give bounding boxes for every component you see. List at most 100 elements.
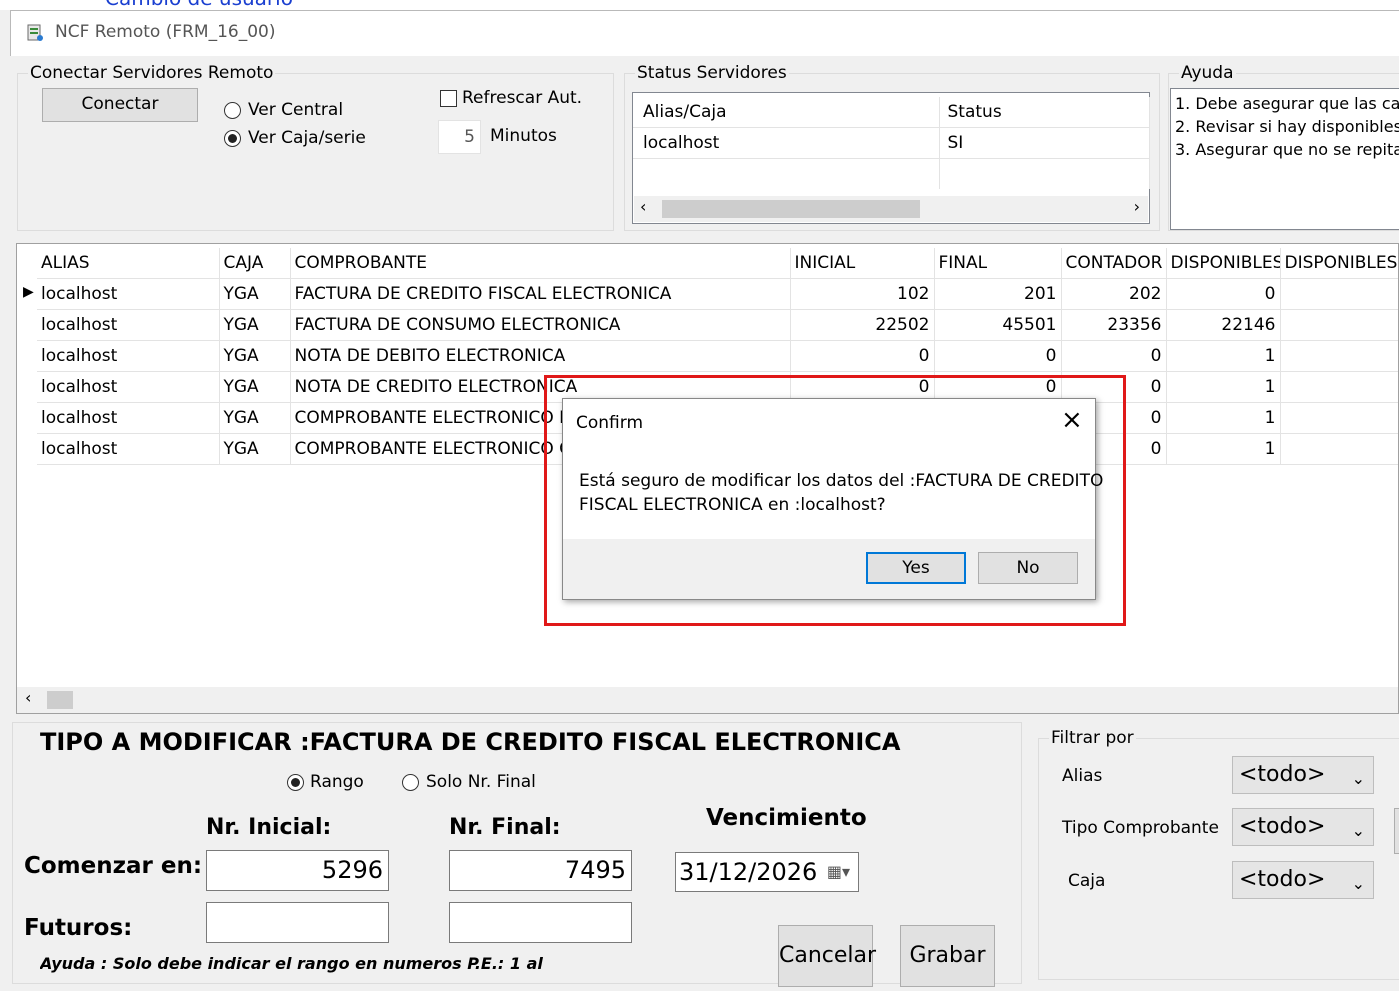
- table-row[interactable]: localhost YGA FACTURA DE CREDITO FISCAL …: [37, 278, 1398, 310]
- cell-comprobante: NOTA DE DEBITO ELECTRONICA: [290, 340, 791, 372]
- scroll-thumb[interactable]: [662, 200, 920, 218]
- futuros-final-input[interactable]: [449, 902, 632, 943]
- cell-caja: YGA: [219, 402, 291, 434]
- grid-scroll-left-icon[interactable]: ‹: [25, 688, 31, 707]
- nr-final-input[interactable]: 7495: [449, 850, 632, 891]
- cell-disponibles-c: [1280, 309, 1398, 341]
- cell-disponibles: 1: [1166, 340, 1281, 372]
- cell-disponibles-c: [1280, 278, 1398, 310]
- filtro-alias-select[interactable]: <todo> ⌄: [1232, 756, 1374, 794]
- radio-ver-central-label: Ver Central: [248, 100, 344, 120]
- connect-button[interactable]: Conectar: [42, 88, 198, 122]
- cell-final: 0: [934, 340, 1062, 372]
- col-disponibles-c[interactable]: DISPONIBLES C: [1280, 248, 1398, 279]
- scroll-right-icon[interactable]: ›: [1134, 197, 1140, 216]
- status-legend: Status Servidores: [637, 63, 787, 83]
- cell-disponibles-c: [1280, 433, 1398, 465]
- chevron-down-icon: ⌄: [1351, 874, 1365, 893]
- window-title: NCF Remoto (FRM_16_00): [55, 22, 276, 42]
- modify-title: TIPO A MODIFICAR :FACTURA DE CREDITO FIS…: [40, 728, 901, 756]
- cell-disponibles-c: [1280, 402, 1398, 434]
- nr-inicial-input[interactable]: 5296: [206, 850, 389, 891]
- calendar-dropdown-icon[interactable]: ▦▾: [827, 853, 850, 891]
- vencimiento-date-picker[interactable]: 31/12/2026 ▦▾: [675, 852, 859, 892]
- change-user-link[interactable]: Cambio de usuario: [105, 0, 293, 10]
- col-contador[interactable]: CONTADOR: [1061, 248, 1167, 279]
- filtro-tipo-value: <todo>: [1239, 814, 1326, 839]
- chevron-down-icon: ⌄: [1351, 769, 1365, 788]
- grid-header-row: ALIAS CAJA COMPROBANTE INICIAL FINAL CON…: [37, 248, 1398, 279]
- status-col-alias: Alias/Caja: [633, 97, 940, 128]
- ayuda-line-1: 1. Debe asegurar que las caja: [1175, 94, 1399, 113]
- futuros-inicial-input[interactable]: [206, 902, 389, 943]
- cell-final: 45501: [934, 309, 1062, 341]
- cell-disponibles: 1: [1166, 371, 1281, 403]
- grid-hscrollbar[interactable]: ‹: [17, 687, 1398, 713]
- radio-rango[interactable]: [287, 774, 304, 791]
- highlight-box: [544, 375, 1126, 626]
- radio-solo-final[interactable]: [402, 774, 419, 791]
- ayuda-line-3: 3. Asegurar que no se repitar: [1175, 140, 1399, 159]
- conectar-legend: Conectar Servidores Remoto: [30, 63, 274, 83]
- ayuda-text: 1. Debe asegurar que las caja 2. Revisar…: [1170, 88, 1399, 230]
- filtro-caja-select[interactable]: <todo> ⌄: [1232, 861, 1374, 899]
- cancel-button[interactable]: Cancelar: [778, 925, 876, 987]
- cell-alias: localhost: [37, 278, 220, 310]
- top-menu-strip: Cambio de usuario: [0, 0, 1399, 10]
- cell-alias: localhost: [37, 433, 220, 465]
- nr-final-label: Nr. Final:: [449, 815, 561, 840]
- col-final[interactable]: FINAL: [934, 248, 1062, 279]
- nr-inicial-label: Nr. Inicial:: [206, 815, 332, 840]
- cell-alias: localhost: [37, 402, 220, 434]
- cell-disponibles: 22146: [1166, 309, 1281, 341]
- cell-disponibles-c: [1280, 340, 1398, 372]
- filtro-apply-button[interactable]: [1394, 808, 1399, 854]
- grid-scroll-thumb[interactable]: [47, 691, 73, 709]
- table-row[interactable]: localhost SI: [633, 127, 1150, 159]
- filtro-tipo-label: Tipo Comprobante: [1062, 818, 1219, 838]
- cell-disponibles-c: [1280, 371, 1398, 403]
- status-cell-status: SI: [939, 127, 1150, 159]
- comenzar-label: Comenzar en:: [24, 853, 203, 879]
- col-caja[interactable]: CAJA: [219, 248, 291, 279]
- col-comprobante[interactable]: COMPROBANTE: [290, 248, 791, 279]
- cell-caja: YGA: [219, 278, 291, 310]
- filtro-tipo-select[interactable]: <todo> ⌄: [1232, 808, 1374, 846]
- status-hscrollbar[interactable]: ‹ ›: [634, 196, 1148, 222]
- status-list[interactable]: Alias/Caja Status localhost SI ‹ ›: [632, 92, 1150, 224]
- cell-alias: localhost: [37, 340, 220, 372]
- cell-disponibles: 0: [1166, 278, 1281, 310]
- minutos-input[interactable]: 5: [438, 120, 481, 154]
- radio-ver-central[interactable]: [224, 102, 241, 119]
- status-header-row: Alias/Caja Status: [633, 97, 1150, 128]
- col-alias[interactable]: ALIAS: [37, 248, 220, 279]
- scroll-left-icon[interactable]: ‹: [640, 197, 646, 216]
- radio-ver-caja-label: Ver Caja/serie: [248, 128, 366, 148]
- cell-caja: YGA: [219, 340, 291, 372]
- radio-solo-final-label: Solo Nr. Final: [426, 772, 536, 792]
- cell-contador: 0: [1061, 340, 1167, 372]
- table-row[interactable]: localhost YGA FACTURA DE CONSUMO ELECTRO…: [37, 309, 1398, 341]
- table-row[interactable]: localhost YGA NOTA DE DEBITO ELECTRONICA…: [37, 340, 1398, 372]
- ayuda-legend: Ayuda: [1181, 63, 1234, 83]
- refrescar-checkbox[interactable]: [440, 90, 457, 107]
- radio-rango-label: Rango: [310, 772, 364, 792]
- col-disponibles[interactable]: DISPONIBLES: [1166, 248, 1281, 279]
- help-text: Ayuda : Solo debe indicar el rango en nu…: [40, 954, 545, 973]
- cell-disponibles: 1: [1166, 433, 1281, 465]
- filtro-caja-label: Caja: [1068, 871, 1106, 891]
- col-inicial[interactable]: INICIAL: [790, 248, 935, 279]
- window-titlebar: NCF Remoto (FRM_16_00): [10, 10, 1399, 56]
- minutos-label: Minutos: [490, 126, 557, 146]
- cell-inicial: 0: [790, 340, 935, 372]
- radio-ver-caja[interactable]: [224, 130, 241, 147]
- app-icon: [27, 24, 43, 41]
- ayuda-line-2: 2. Revisar si hay disponibles: [1175, 117, 1399, 136]
- chevron-down-icon: ⌄: [1351, 821, 1365, 840]
- cell-contador: 23356: [1061, 309, 1167, 341]
- save-button[interactable]: Grabar: [900, 925, 995, 987]
- cell-disponibles: 1: [1166, 402, 1281, 434]
- status-cell-alias: localhost: [633, 127, 940, 159]
- cell-inicial: 22502: [790, 309, 935, 341]
- vencimiento-label: Vencimiento: [706, 805, 867, 831]
